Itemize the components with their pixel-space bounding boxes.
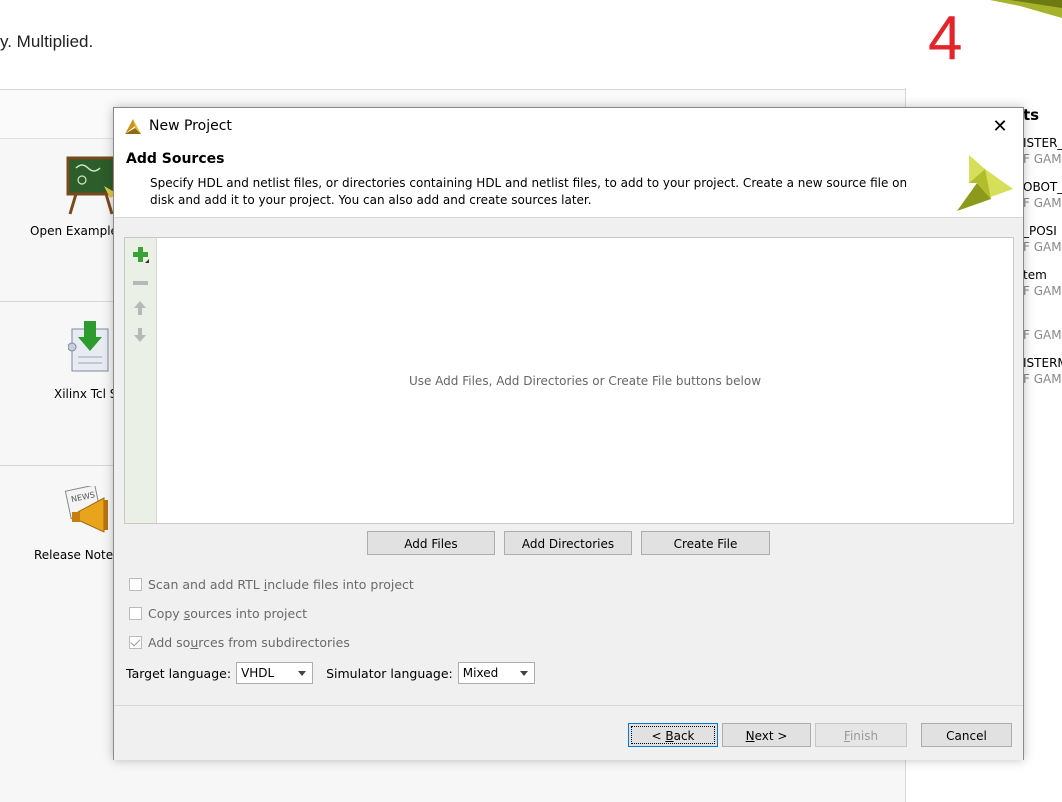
arrow-up-icon[interactable] [132, 299, 150, 317]
simulator-language-label: Simulator language: [326, 665, 453, 681]
dialog-title: New Project [149, 118, 232, 134]
tagline: y. Multiplied. [0, 32, 94, 51]
empty-list-message: Use Add Files, Add Directories or Create… [408, 373, 762, 388]
corner-logo-icon [990, 0, 1062, 18]
checkbox-box[interactable] [129, 607, 142, 620]
simulator-language-value: Mixed [462, 666, 499, 680]
recent-project-title[interactable]: tem [1023, 268, 1047, 282]
target-language-value: VHDL [241, 666, 275, 680]
tcl-store-item[interactable]: Xilinx Tcl S [0, 315, 130, 465]
chevron-down-icon [519, 671, 528, 676]
version-badge: 4 [928, 4, 963, 73]
recent-project-title[interactable]: ISTER_ [1023, 136, 1062, 150]
vivado-logo-icon [125, 119, 141, 134]
open-example-item[interactable]: Open Example [0, 150, 130, 300]
wizard-header: Add Sources Specify HDL and netlist file… [114, 144, 1023, 218]
close-icon[interactable]: ✕ [986, 114, 1014, 140]
cancel-button[interactable]: Cancel [921, 723, 1012, 747]
target-language-select[interactable]: VHDL [236, 662, 314, 684]
dialog-titlebar[interactable]: New Project ✕ [114, 108, 1023, 144]
recent-project-path: F GAMI [1023, 372, 1062, 386]
recent-project-title[interactable]: OBOT_ [1023, 180, 1062, 194]
wizard-footer: < Back Next > Finish Cancel [114, 705, 1023, 760]
megaphone-news-icon: NEWS [64, 486, 108, 533]
new-project-dialog: New Project ✕ Add Sources Specify HDL an… [113, 107, 1024, 760]
back-button[interactable]: < Back [628, 723, 718, 747]
minus-icon[interactable] [132, 274, 150, 292]
tcl-store-label: Xilinx Tcl S [54, 387, 118, 401]
release-notes-item[interactable]: NEWS Release Note [0, 480, 130, 630]
page-title: Add Sources [126, 151, 225, 167]
checkbox-box[interactable] [129, 636, 142, 649]
chalkboard-icon [66, 156, 118, 215]
open-example-label: Open Example [30, 224, 118, 238]
release-notes-label: Release Note [34, 548, 114, 562]
source-file-list[interactable]: Use Add Files, Add Directories or Create… [124, 237, 1014, 524]
finish-button[interactable]: Finish [815, 723, 907, 747]
page-description: Specify HDL and netlist files, or direct… [150, 176, 908, 207]
language-row: Target language: VHDL Simulator language… [126, 662, 535, 684]
add-subdirectories-checkbox[interactable]: Add sources from subdirectories [129, 635, 350, 650]
copy-sources-label: Copy sources into project [148, 606, 307, 621]
recent-project-title[interactable]: _POSI [1023, 224, 1057, 238]
recent-project-path: F GAMI [1023, 196, 1062, 210]
recent-project-title[interactable]: ISTERM [1023, 356, 1062, 370]
recent-projects-heading: ts [1023, 106, 1040, 124]
recent-project-path: F GAMI [1023, 284, 1062, 298]
tcl-store-download-icon [68, 321, 109, 372]
recent-project-path: F GAMI [1023, 152, 1062, 166]
arrow-down-icon[interactable] [132, 326, 150, 344]
copy-sources-checkbox[interactable]: Copy sources into project [129, 606, 307, 621]
chevron-down-icon [298, 671, 307, 676]
next-button[interactable]: Next > [722, 723, 811, 747]
create-file-button[interactable]: Create File [641, 531, 770, 555]
target-language-label: Target language: [126, 665, 232, 681]
file-list-toolbar [125, 238, 157, 523]
scan-rtl-checkbox[interactable]: Scan and add RTL include files into proj… [129, 577, 414, 592]
plus-icon[interactable] [132, 246, 150, 264]
recent-project-path: F GAMI [1023, 240, 1062, 254]
checkbox-box[interactable] [129, 578, 142, 591]
simulator-language-select[interactable]: Mixed [457, 662, 535, 684]
vivado-logo-icon [957, 155, 1013, 211]
add-subdirectories-label: Add sources from subdirectories [148, 635, 350, 650]
add-files-button[interactable]: Add Files [367, 531, 495, 555]
scan-rtl-label: Scan and add RTL include files into proj… [148, 577, 414, 592]
add-directories-button[interactable]: Add Directories [504, 531, 632, 555]
recent-project-path: F GAMI [1023, 328, 1062, 342]
